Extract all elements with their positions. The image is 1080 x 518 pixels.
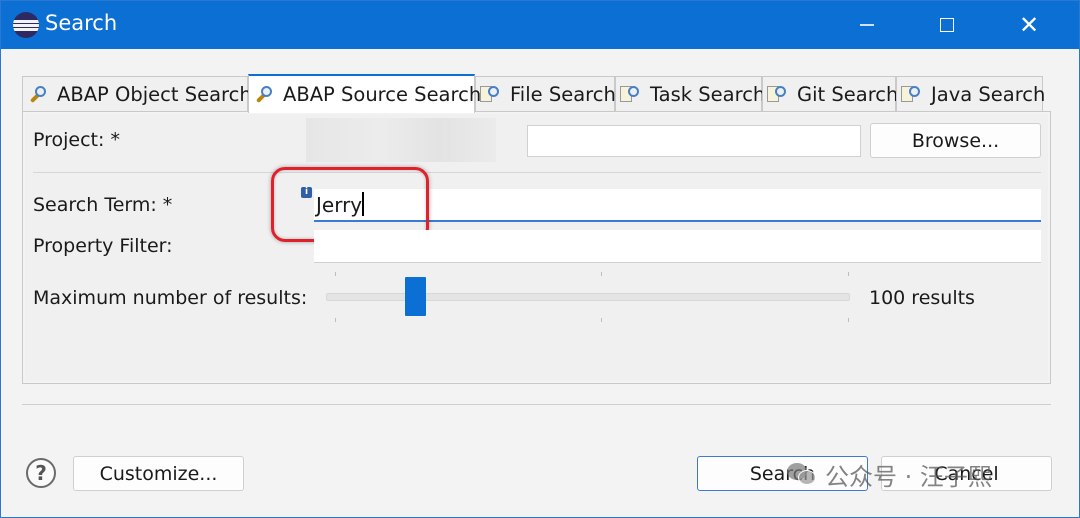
search-term-label: Search Term: * [33,194,173,216]
slider-tick [335,318,336,322]
tab-abap-source-search[interactable]: ABAP Source Search [248,74,481,113]
slider-tick [335,272,336,276]
help-button[interactable]: ? [26,458,56,488]
tab-label: ABAP Object Search [57,83,252,106]
blurred-region [306,118,496,162]
git-search-icon [767,84,791,106]
watermark: 公众号 · 汪子熙 [787,457,992,491]
window-title: Search [45,11,118,35]
divider [33,172,1041,173]
search-tabs: ABAP Object Search ABAP Source Search Fi… [22,74,1051,113]
title-bar[interactable]: Search ✕ [1,1,1079,49]
property-filter-label: Property Filter: [33,235,173,257]
eclipse-app-icon [13,12,39,38]
tab-label: Task Search [650,83,766,106]
footer-divider [22,404,1051,405]
tab-git-search[interactable]: Git Search [762,76,899,112]
task-search-icon [620,84,644,106]
max-results-value: 100 results [869,287,975,309]
tab-label: File Search [510,83,616,106]
search-dialog: Search ✕ ABAP Object Search ABAP Source … [0,0,1080,518]
tab-label: Git Search [797,83,899,106]
slider-tick [848,272,849,276]
tab-java-search[interactable]: Java Search [896,76,1046,112]
minimize-button[interactable] [847,9,887,41]
abap-source-search-icon [253,84,277,106]
max-results-label: Maximum number of results: [33,287,308,309]
project-label: Project: * [33,129,120,151]
slider-tick [848,318,849,322]
java-search-icon [901,84,925,106]
slider-thumb[interactable] [405,277,426,316]
file-search-icon [480,84,504,106]
property-filter-input[interactable] [314,230,1041,263]
slider-tick [601,318,602,322]
tab-label: ABAP Source Search [283,83,482,106]
tab-task-search[interactable]: Task Search [615,76,766,112]
slider-tick [601,272,602,276]
watermark-text: 公众号 · 汪子熙 [825,462,992,491]
project-input[interactable] [527,125,861,157]
wechat-logo-icon [787,461,817,487]
browse-button[interactable]: Browse... [870,123,1041,158]
abap-object-search-icon [27,84,51,106]
customize-button[interactable]: Customize... [73,456,244,491]
maximize-button[interactable] [927,9,967,41]
tab-file-search[interactable]: File Search [475,76,616,112]
close-button[interactable]: ✕ [1009,9,1049,41]
tab-abap-object-search[interactable]: ABAP Object Search [22,76,252,112]
tab-label: Java Search [931,83,1046,106]
